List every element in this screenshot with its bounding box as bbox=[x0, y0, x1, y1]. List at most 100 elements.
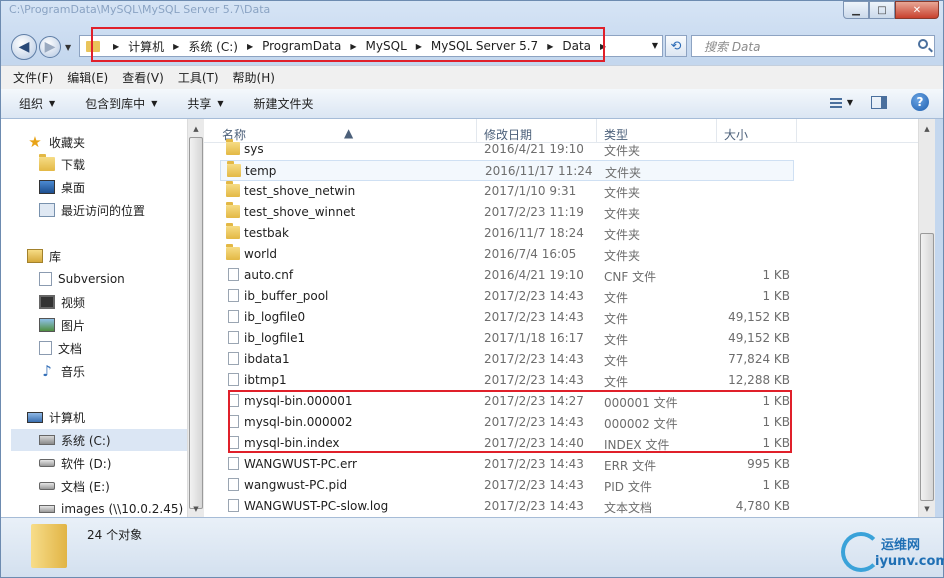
table-row[interactable]: ib_logfile0 2017/2/23 14:43 文件 49,152 KB bbox=[220, 307, 794, 328]
file-date: 2017/2/23 14:43 bbox=[484, 352, 584, 366]
file-name: ibdata1 bbox=[244, 352, 290, 366]
forward-button[interactable]: ▶ bbox=[39, 36, 61, 58]
downloads-folder-icon bbox=[39, 154, 55, 171]
search-icon[interactable] bbox=[918, 39, 928, 49]
scroll-down-icon[interactable]: ▼ bbox=[188, 501, 204, 517]
nav-computer[interactable]: 计算机 bbox=[27, 406, 85, 428]
nav-subversion[interactable]: Subversion bbox=[39, 268, 125, 290]
desktop-icon bbox=[39, 180, 55, 194]
file-size: 995 KB bbox=[747, 457, 790, 471]
menu-tools[interactable]: 工具(T) bbox=[178, 69, 219, 86]
close-button[interactable]: ✕ bbox=[895, 1, 939, 19]
search-input[interactable]: 搜索 Data bbox=[691, 35, 935, 57]
file-icon bbox=[228, 478, 239, 491]
table-row[interactable]: ib_buffer_pool 2017/2/23 14:43 文件 1 KB bbox=[220, 286, 794, 307]
sort-ascending-icon: ▲ bbox=[344, 126, 354, 140]
file-size: 77,824 KB bbox=[728, 352, 790, 366]
file-icon bbox=[228, 373, 239, 386]
preview-pane-icon[interactable] bbox=[871, 95, 887, 109]
address-dropdown-icon[interactable]: ▼ bbox=[652, 41, 658, 50]
file-date: 2016/7/4 16:05 bbox=[484, 247, 577, 261]
file-date: 2017/2/23 14:43 bbox=[484, 499, 584, 513]
view-dropdown-icon[interactable]: ▼ bbox=[847, 98, 853, 107]
nav-network-drive[interactable]: images (\\10.0.2.45) (\ bbox=[39, 498, 187, 517]
include-library-button[interactable]: 包含到库中 ▼ bbox=[85, 95, 157, 112]
include-library-label: 包含到库中 bbox=[85, 97, 146, 111]
binlog-highlight-box bbox=[228, 390, 792, 453]
table-row[interactable]: ibtmp1 2017/2/23 14:43 文件 12,288 KB bbox=[220, 370, 794, 391]
table-row[interactable]: sys 2016/4/21 19:10 文件夹 bbox=[220, 139, 794, 160]
view-controls: ▼ ? bbox=[827, 93, 943, 111]
nav-drive-e-label: 文档 (E:) bbox=[61, 479, 110, 494]
file-date: 2016/4/21 19:10 bbox=[484, 268, 584, 282]
table-row[interactable]: auto.cnf 2016/4/21 19:10 CNF 文件 1 KB bbox=[220, 265, 794, 286]
nav-desktop-label: 桌面 bbox=[61, 180, 86, 195]
file-name: wangwust-PC.pid bbox=[244, 478, 348, 492]
nav-pictures[interactable]: 图片 bbox=[39, 314, 85, 336]
share-button[interactable]: 共享 ▼ bbox=[187, 95, 223, 112]
nav-documents[interactable]: 文档 bbox=[39, 337, 82, 359]
nav-videos[interactable]: 视频 bbox=[39, 291, 85, 313]
history-dropdown-icon[interactable]: ▼ bbox=[65, 43, 71, 52]
nav-drive-d[interactable]: 软件 (D:) bbox=[39, 452, 111, 474]
table-row[interactable]: ib_logfile1 2017/1/18 16:17 文件 49,152 KB bbox=[220, 328, 794, 349]
table-row[interactable]: WANGWUST-PC-slow.log 2017/2/23 14:43 文本文档 4… bbox=[220, 496, 794, 517]
scroll-up-icon[interactable]: ▲ bbox=[188, 121, 204, 137]
organize-button[interactable]: 组织 ▼ bbox=[19, 95, 55, 112]
table-row[interactable]: test_shove_netwin 2017/1/10 9:31 文件夹 bbox=[220, 181, 794, 202]
scroll-down-icon[interactable]: ▼ bbox=[919, 501, 935, 517]
back-button[interactable]: ◀ bbox=[11, 34, 37, 60]
content-scrollbar-thumb[interactable] bbox=[920, 233, 934, 501]
table-row[interactable]: ibdata1 2017/2/23 14:43 文件 77,824 KB bbox=[220, 349, 794, 370]
nav-scrollbar[interactable]: ▲ ▼ bbox=[187, 119, 204, 517]
network-drive-icon bbox=[39, 505, 55, 513]
watermark-text-bottom: iyunv.com bbox=[875, 554, 944, 569]
new-folder-button[interactable]: 新建文件夹 bbox=[254, 95, 314, 112]
file-name: test_shove_winnet bbox=[244, 205, 356, 219]
column-divider[interactable] bbox=[796, 119, 797, 143]
minimize-button[interactable]: ▁ bbox=[843, 1, 869, 19]
nav-drive-c[interactable]: 系统 (C:) bbox=[11, 429, 187, 451]
scroll-up-icon[interactable]: ▲ bbox=[919, 121, 935, 137]
nav-scrollbar-thumb[interactable] bbox=[189, 137, 203, 509]
file-size: 1 KB bbox=[762, 268, 790, 282]
file-type: 文件 bbox=[604, 291, 629, 305]
help-icon[interactable]: ? bbox=[911, 93, 929, 111]
table-row[interactable]: test_shove_winnet 2017/2/23 11:19 文件夹 bbox=[220, 202, 794, 223]
file-name: ib_logfile1 bbox=[244, 331, 306, 345]
change-view-icon[interactable] bbox=[827, 96, 843, 108]
table-row[interactable]: world 2016/7/4 16:05 文件夹 bbox=[220, 244, 794, 265]
file-date: 2016/4/21 19:10 bbox=[484, 142, 584, 156]
table-row[interactable]: WANGWUST-PC.err 2017/2/23 14:43 ERR 文件 995 … bbox=[220, 454, 794, 475]
menu-view[interactable]: 查看(V) bbox=[122, 69, 164, 86]
maximize-button[interactable]: □ bbox=[869, 1, 895, 19]
new-folder-label: 新建文件夹 bbox=[253, 97, 314, 111]
chevron-down-icon: ▼ bbox=[49, 99, 56, 108]
table-row[interactable]: testbak 2016/11/7 18:24 文件夹 bbox=[220, 223, 794, 244]
file-icon bbox=[228, 310, 239, 323]
table-row[interactable]: wangwust-PC.pid 2017/2/23 14:43 PID 文件 1 KB bbox=[220, 475, 794, 496]
table-row[interactable]: temp 2016/11/17 11:24 文件夹 bbox=[220, 160, 794, 181]
nav-libraries[interactable]: 库 bbox=[27, 245, 61, 267]
content-scrollbar[interactable]: ▲ ▼ bbox=[918, 119, 935, 517]
file-name: ibtmp1 bbox=[244, 373, 287, 387]
file-date: 2017/2/23 14:43 bbox=[484, 289, 584, 303]
file-icon bbox=[228, 457, 239, 470]
nav-desktop[interactable]: 桌面 bbox=[39, 176, 85, 198]
chevron-down-icon: ▼ bbox=[217, 99, 224, 108]
menu-edit[interactable]: 编辑(E) bbox=[67, 69, 108, 86]
file-size: 4,780 KB bbox=[735, 499, 790, 513]
refresh-button[interactable]: ⟲ bbox=[665, 35, 687, 57]
nav-favorites[interactable]: ★ 收藏夹 bbox=[27, 131, 85, 153]
nav-downloads[interactable]: 下载 bbox=[39, 153, 85, 175]
nav-music[interactable]: ♪ 音乐 bbox=[39, 360, 85, 382]
menu-help[interactable]: 帮助(H) bbox=[233, 69, 275, 86]
subversion-library-icon bbox=[39, 272, 52, 286]
nav-drive-e[interactable]: 文档 (E:) bbox=[39, 475, 110, 497]
file-type: 文件夹 bbox=[604, 207, 641, 221]
menu-file[interactable]: 文件(F) bbox=[13, 69, 53, 86]
nav-recent[interactable]: 最近访问的位置 bbox=[39, 199, 145, 221]
large-folder-icon bbox=[31, 524, 67, 568]
file-name: WANGWUST-PC-slow.log bbox=[244, 499, 389, 513]
file-date: 2017/2/23 11:19 bbox=[484, 205, 584, 219]
